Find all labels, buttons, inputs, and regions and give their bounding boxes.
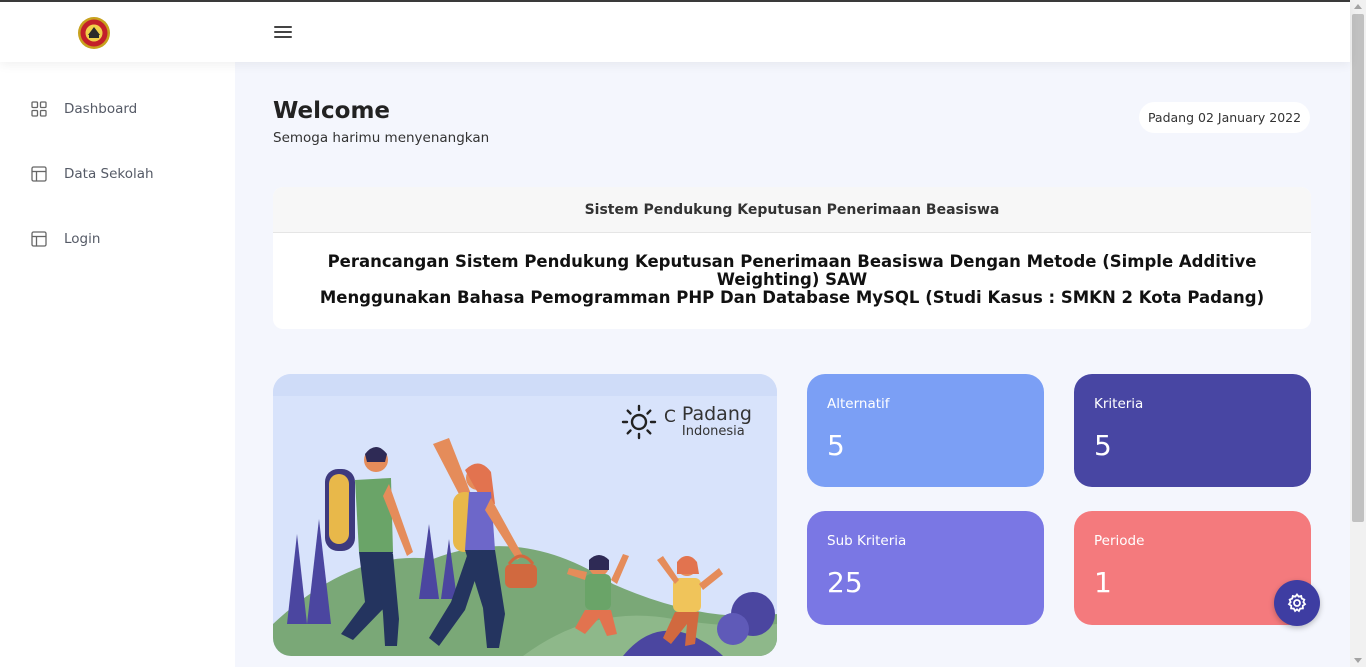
info-card-line-1: Perancangan Sistem Pendukung Keputusan P… xyxy=(327,252,1257,289)
sidebar-item-login[interactable]: Login xyxy=(30,227,100,251)
hamburger-icon xyxy=(272,26,294,38)
stat-card-value: 25 xyxy=(827,566,863,599)
page-scrollbar[interactable] xyxy=(1350,0,1366,667)
info-card: Sistem Pendukung Keputusan Penerimaan Be… xyxy=(273,187,1311,329)
sidebar: Dashboard Data Sekolah Login xyxy=(0,62,235,667)
stat-card-kriteria[interactable]: Kriteria 5 xyxy=(1074,374,1311,487)
stat-card-alternatif[interactable]: Alternatif 5 xyxy=(807,374,1044,487)
weather-widget: C Padang Indonesia xyxy=(620,403,752,441)
settings-floating-button[interactable] xyxy=(1274,580,1320,626)
table-layout-icon xyxy=(31,166,47,182)
hamburger-menu-button[interactable] xyxy=(272,24,294,42)
temperature-unit: C xyxy=(664,407,676,427)
stat-card-title: Periode xyxy=(1094,533,1145,549)
scroll-down-arrow[interactable] xyxy=(1354,658,1362,663)
stat-card-value: 5 xyxy=(827,429,845,462)
stat-card-value: 1 xyxy=(1094,566,1112,599)
scrollbar-thumb[interactable] xyxy=(1352,14,1364,522)
weather-location: Padang Indonesia xyxy=(682,403,752,439)
sun-icon xyxy=(621,404,657,440)
school-emblem-logo[interactable] xyxy=(77,16,111,50)
stat-card-title: Sub Kriteria xyxy=(827,533,907,549)
sidebar-item-label: Login xyxy=(64,231,101,247)
top-bar xyxy=(0,0,1350,62)
sidebar-item-data-sekolah[interactable]: Data Sekolah xyxy=(30,162,154,186)
stat-card-title: Kriteria xyxy=(1094,396,1144,412)
date-badge: Padang 02 January 2022 xyxy=(1139,102,1310,133)
table-layout-icon xyxy=(31,231,47,247)
info-card-line-2: Menggunakan Bahasa Pemogramman PHP Dan D… xyxy=(319,288,1265,307)
sidebar-item-label: Dashboard xyxy=(64,101,138,117)
weather-city: Padang xyxy=(681,403,752,425)
info-card-header: Sistem Pendukung Keputusan Penerimaan Be… xyxy=(273,187,1311,233)
sidebar-item-label: Data Sekolah xyxy=(64,166,154,182)
stat-card-sub-kriteria[interactable]: Sub Kriteria 25 xyxy=(807,511,1044,625)
weather-country: Indonesia xyxy=(681,424,745,439)
scroll-up-arrow[interactable] xyxy=(1354,4,1362,9)
gear-icon xyxy=(1287,593,1307,613)
info-card-body: Perancangan Sistem Pendukung Keputusan P… xyxy=(273,233,1311,307)
page-subtitle: Semoga harimu menyenangkan xyxy=(273,130,490,146)
grid-icon xyxy=(31,101,47,117)
stat-card-title: Alternatif xyxy=(827,396,890,412)
sidebar-item-dashboard[interactable]: Dashboard xyxy=(30,97,137,121)
page-title: Welcome xyxy=(273,98,391,124)
stat-card-value: 5 xyxy=(1094,429,1112,462)
